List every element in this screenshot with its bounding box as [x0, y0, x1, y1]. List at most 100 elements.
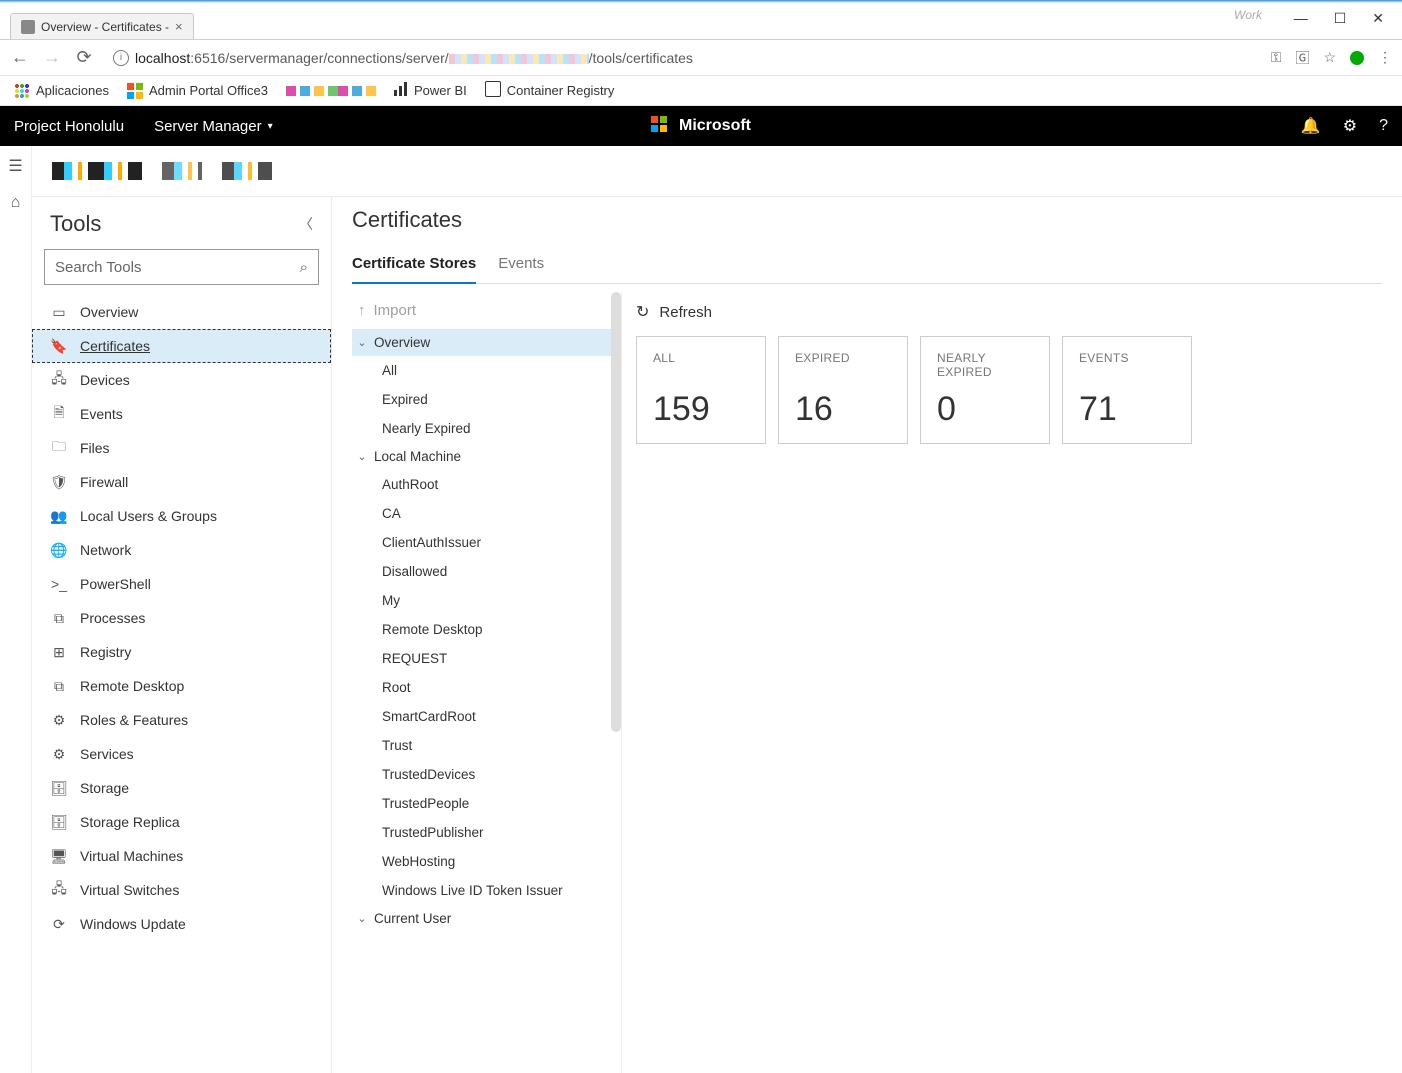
tool-icon: 🛡 — [50, 473, 68, 491]
tool-label: Roles & Features — [80, 712, 188, 728]
summary-card-expired[interactable]: EXPIRED16 — [778, 336, 908, 444]
maximize-icon[interactable]: ☐ — [1334, 10, 1347, 27]
tool-item-storage-replica[interactable]: 🗄Storage Replica — [32, 805, 331, 839]
forward-button: → — [42, 47, 62, 68]
tool-item-virtual-switches[interactable]: 🖧 Virtual Switches — [32, 873, 331, 907]
tab-events[interactable]: Events — [498, 249, 544, 283]
scrollbar-thumb[interactable] — [611, 292, 621, 732]
server-manager-dropdown[interactable]: Server Manager ▾ — [154, 118, 273, 135]
extension-icon[interactable] — [1350, 51, 1364, 65]
tool-item-certificates[interactable]: 🔖Certificates — [32, 329, 331, 363]
tree-item-trustedpublisher[interactable]: TrustedPublisher — [352, 818, 621, 847]
tree-item-trusteddevices[interactable]: TrustedDevices — [352, 760, 621, 789]
key-icon[interactable]: ⚿ — [1271, 49, 1282, 66]
tab-close-icon[interactable]: × — [175, 19, 183, 34]
tool-item-devices[interactable]: 🖧Devices — [32, 363, 331, 397]
tool-item-powershell[interactable]: >_PowerShell — [32, 567, 331, 601]
tool-label: Windows Update — [80, 916, 186, 932]
favicon-icon — [21, 20, 35, 34]
tree-item-request[interactable]: REQUEST — [352, 644, 621, 673]
refresh-button[interactable]: ↻ Refresh — [636, 302, 1368, 322]
tree-item-nearly-expired[interactable]: Nearly Expired — [352, 414, 621, 443]
tree-item-remote-desktop[interactable]: Remote Desktop — [352, 615, 621, 644]
bookmark-apps[interactable]: Aplicaciones — [14, 83, 109, 99]
tool-icon: 👥 — [50, 507, 68, 525]
tool-item-overview[interactable]: ▭Overview — [32, 295, 331, 329]
bookmark-acr[interactable]: Container Registry — [485, 81, 615, 100]
chevron-down-icon: ⌄ — [356, 450, 368, 463]
card-value: 16 — [795, 390, 891, 429]
browser-tab[interactable]: Overview - Certificates - × — [10, 13, 194, 39]
address-bar[interactable]: i localhost:6516/servermanager/connectio… — [106, 44, 1249, 72]
close-icon[interactable]: ✕ — [1372, 10, 1384, 27]
tree-group-label: Local Machine — [374, 449, 461, 464]
reload-button[interactable]: ⟳ — [74, 47, 94, 68]
tool-item-storage[interactable]: 🗄Storage — [32, 771, 331, 805]
tool-item-events[interactable]: 🗎Events — [32, 397, 331, 431]
settings-icon[interactable]: ⚙ — [1343, 116, 1357, 136]
summary-card-all[interactable]: ALL159 — [636, 336, 766, 444]
tool-item-services[interactable]: ⚙Services — [32, 737, 331, 771]
tree-item-all[interactable]: All — [352, 356, 621, 385]
brand-label[interactable]: Project Honolulu — [14, 118, 124, 135]
tree-item-disallowed[interactable]: Disallowed — [352, 557, 621, 586]
collapse-sidebar-icon[interactable]: 〈 — [299, 214, 313, 234]
tree-group-local-machine[interactable]: ⌄ Local Machine — [352, 443, 621, 470]
tool-item-network[interactable]: 🌐Network — [32, 533, 331, 567]
tool-item-remote-desktop[interactable]: ⧉Remote Desktop — [32, 669, 331, 703]
tool-item-local-users-groups[interactable]: 👥Local Users & Groups — [32, 499, 331, 533]
bookmark-powerbi[interactable]: Power BI — [394, 82, 467, 99]
tree-item-webhosting[interactable]: WebHosting — [352, 847, 621, 876]
upload-icon: ↑ — [358, 302, 366, 319]
bookmark-admin-portal[interactable]: Admin Portal Office3 — [127, 83, 268, 99]
chevron-down-icon: ▾ — [268, 121, 273, 132]
chevron-down-icon: ⌄ — [356, 912, 368, 925]
tree-group-label: Overview — [374, 335, 430, 350]
tool-icon: ⊞ — [50, 643, 68, 661]
tree-item-expired[interactable]: Expired — [352, 385, 621, 414]
certificate-tree: ↑ Import ⌄OverviewAllExpiredNearly Expir… — [352, 292, 622, 1073]
tool-icon: 🖧 — [50, 881, 68, 899]
search-tools-input[interactable]: Search Tools ⌕ — [44, 249, 319, 285]
tree-item-authroot[interactable]: AuthRoot — [352, 470, 621, 499]
tree-item-windows-live-id-token-issuer[interactable]: Windows Live ID Token Issuer — [352, 876, 621, 905]
tree-item-clientauthissuer[interactable]: ClientAuthIssuer — [352, 528, 621, 557]
site-info-icon[interactable]: i — [113, 50, 129, 66]
notifications-icon[interactable]: 🔔 — [1301, 116, 1321, 136]
tool-icon: 🔖 — [50, 337, 68, 355]
home-icon[interactable]: ⌂ — [11, 194, 21, 212]
tool-item-windows-update[interactable]: ⟳Windows Update — [32, 907, 331, 941]
tool-label: Virtual Switches — [80, 882, 179, 898]
server-header — [32, 146, 1402, 196]
tool-item-firewall[interactable]: 🛡Firewall — [32, 465, 331, 499]
tree-group-current-user[interactable]: ⌄Current User — [352, 905, 621, 932]
bookmarks-bar: Aplicaciones Admin Portal Office3 Power … — [0, 76, 1402, 106]
menu-icon[interactable]: ⋮ — [1378, 49, 1392, 66]
tool-item-files[interactable]: 🗀Files — [32, 431, 331, 465]
tool-item-roles-features[interactable]: ⚙Roles & Features — [32, 703, 331, 737]
tool-icon: 🖥 — [50, 847, 68, 865]
bookmark-redacted[interactable] — [286, 86, 376, 96]
left-rail: ☰ ⌂ — [0, 146, 32, 1073]
back-button[interactable]: ← — [10, 47, 30, 68]
tree-item-trustedpeople[interactable]: TrustedPeople — [352, 789, 621, 818]
translate-icon[interactable]: 🄶 — [1295, 48, 1309, 68]
summary-card-nearly-expired[interactable]: NEARLY EXPIRED0 — [920, 336, 1050, 444]
tab-certificate-stores[interactable]: Certificate Stores — [352, 249, 476, 284]
tool-label: Network — [80, 542, 131, 558]
chevron-down-icon: ⌄ — [356, 336, 368, 349]
tool-item-processes[interactable]: ⧉Processes — [32, 601, 331, 635]
tree-item-trust[interactable]: Trust — [352, 731, 621, 760]
minimize-icon[interactable]: ― — [1294, 10, 1308, 27]
tree-group-overview[interactable]: ⌄ Overview — [352, 329, 621, 356]
tool-item-registry[interactable]: ⊞Registry — [32, 635, 331, 669]
tree-item-ca[interactable]: CA — [352, 499, 621, 528]
tree-item-my[interactable]: My — [352, 586, 621, 615]
help-icon[interactable]: ? — [1379, 117, 1388, 135]
summary-card-events[interactable]: EVENTS71 — [1062, 336, 1192, 444]
tree-item-root[interactable]: Root — [352, 673, 621, 702]
tree-item-smartcardroot[interactable]: SmartCardRoot — [352, 702, 621, 731]
star-icon[interactable]: ☆ — [1323, 49, 1336, 66]
tool-item-virtual-machines[interactable]: 🖥Virtual Machines — [32, 839, 331, 873]
hamburger-icon[interactable]: ☰ — [8, 156, 22, 176]
